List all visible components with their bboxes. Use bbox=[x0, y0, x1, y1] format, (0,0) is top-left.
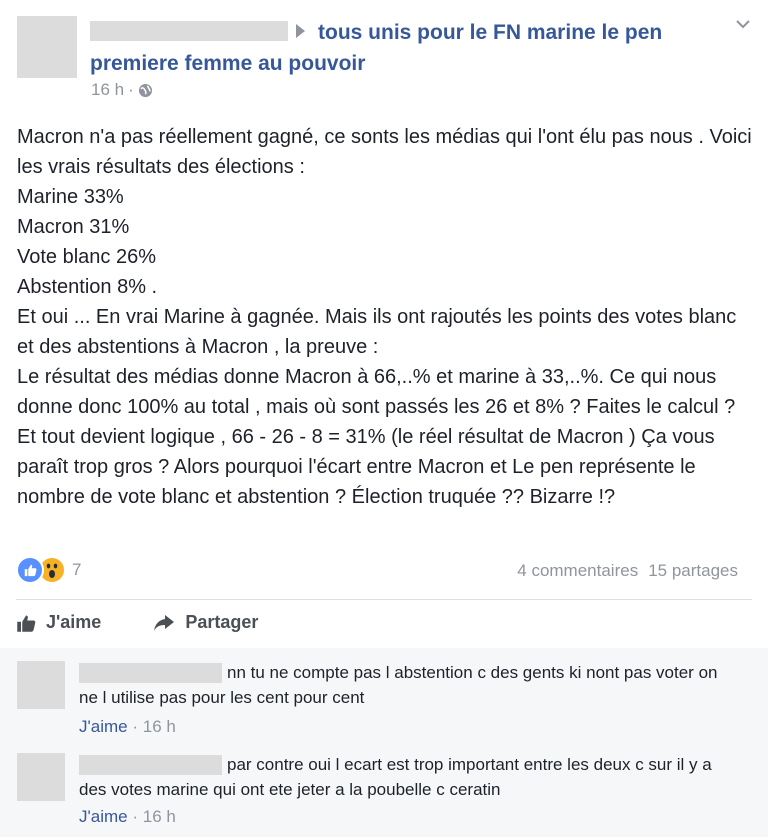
comment-meta-sep: · bbox=[132, 807, 138, 826]
globe-icon bbox=[138, 83, 152, 97]
comment-like-link[interactable]: J'aime bbox=[79, 807, 128, 826]
reaction-count[interactable]: 7 bbox=[72, 560, 81, 580]
post-line: Le résultat des médias donne Macron à 66… bbox=[17, 366, 736, 508]
post-stats: 4 commentaires 15 partages bbox=[517, 561, 738, 581]
share-arrow-icon bbox=[154, 614, 175, 631]
post-meta: 16 h · bbox=[91, 80, 153, 100]
comment-meta: J'aime · 16 h bbox=[79, 717, 176, 737]
post-line: Abstention 8% . bbox=[17, 276, 158, 298]
comment-like-link[interactable]: J'aime bbox=[79, 717, 128, 736]
commenter-avatar[interactable] bbox=[17, 661, 65, 709]
thumbs-up-icon bbox=[17, 615, 36, 632]
post-line: Et oui ... En vrai Marine à gagnée. Mais… bbox=[17, 306, 737, 358]
comment-text: par contre oui l ecart est trop importan… bbox=[79, 755, 712, 799]
comment-time[interactable]: 16 h bbox=[143, 807, 176, 826]
post-header: tous unis pour le FN marine le pen premi… bbox=[0, 0, 768, 110]
like-reaction-icon bbox=[16, 556, 44, 584]
like-button[interactable]: J'aime bbox=[16, 612, 101, 633]
commenter-avatar[interactable] bbox=[17, 753, 65, 801]
post-line: Vote blanc 26% bbox=[17, 246, 156, 268]
chevron-down-icon[interactable] bbox=[733, 14, 753, 34]
post-time[interactable]: 16 h bbox=[91, 80, 124, 100]
like-label: J'aime bbox=[46, 612, 102, 632]
post-line: Marine 33% bbox=[17, 186, 124, 208]
comments-section: nn tu ne compte pas l abstention c des g… bbox=[0, 648, 768, 837]
share-label: Partager bbox=[185, 612, 259, 632]
comment-meta-sep: · bbox=[132, 717, 138, 736]
share-button[interactable]: Partager bbox=[153, 612, 258, 633]
post-actions: J'aime Partager bbox=[16, 612, 258, 633]
reactions-summary[interactable]: 7 bbox=[16, 556, 81, 584]
author-avatar[interactable] bbox=[17, 16, 77, 78]
comment-meta: J'aime · 16 h bbox=[79, 807, 176, 827]
group-name-link[interactable]: tous unis pour le FN marine le pen premi… bbox=[90, 17, 710, 79]
meta-separator: · bbox=[128, 80, 134, 99]
post-line: Macron n'a pas réellement gagné, ce sont… bbox=[17, 126, 752, 178]
divider bbox=[16, 599, 752, 600]
comments-count[interactable]: 4 commentaires bbox=[517, 561, 638, 581]
comment-text: nn tu ne compte pas l abstention c des g… bbox=[79, 663, 718, 707]
post-body: Macron n'a pas réellement gagné, ce sont… bbox=[17, 122, 752, 512]
comment-time[interactable]: 16 h bbox=[143, 717, 176, 736]
shares-count[interactable]: 15 partages bbox=[648, 561, 738, 581]
post-line: Macron 31% bbox=[17, 216, 130, 238]
